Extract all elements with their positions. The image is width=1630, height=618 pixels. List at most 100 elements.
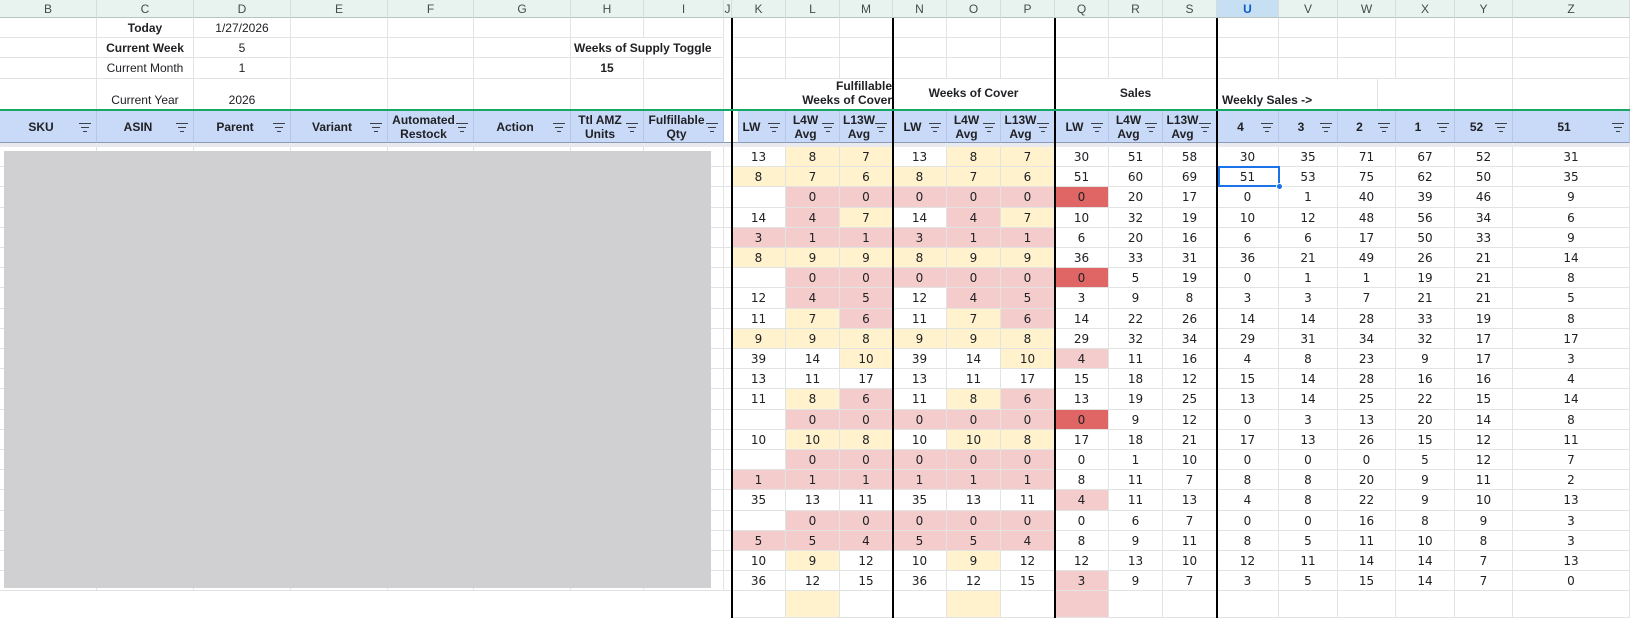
data-cell-m[interactable]: 0	[840, 511, 893, 531]
data-cell-x[interactable]: 9	[1396, 349, 1455, 369]
data-cell-o[interactable]: 13	[947, 490, 1001, 511]
column-header-k[interactable]: K	[732, 0, 786, 18]
empty-cell[interactable]	[893, 18, 947, 38]
data-cell-s[interactable]: 8	[1163, 288, 1217, 309]
data-cell-p[interactable]: 7	[1001, 208, 1055, 228]
data-cell-k[interactable]	[732, 450, 786, 470]
header-k[interactable]: LW	[732, 111, 786, 143]
data-cell-w[interactable]: 22	[1338, 490, 1396, 511]
data-cell-p[interactable]: 0	[1001, 268, 1055, 288]
data-cell-k[interactable]: 36	[732, 571, 786, 591]
data-cell-w[interactable]: 49	[1338, 248, 1396, 268]
column-header-o[interactable]: O	[947, 0, 1001, 18]
data-cell-y[interactable]: 9	[1455, 511, 1513, 531]
data-cell-p[interactable]: 1	[1001, 470, 1055, 490]
data-cell-z[interactable]: 14	[1513, 389, 1630, 410]
data-cell-p[interactable]: 12	[1001, 551, 1055, 571]
filter-icon[interactable]	[929, 122, 941, 132]
empty-cell[interactable]	[1001, 58, 1055, 79]
filter-icon[interactable]	[706, 122, 718, 132]
empty-cell[interactable]	[474, 38, 571, 58]
data-cell-l[interactable]: 1	[786, 228, 840, 248]
empty-cell[interactable]	[1338, 38, 1396, 58]
data-cell-q[interactable]: 15	[1055, 369, 1109, 389]
data-cell-x[interactable]: 9	[1396, 490, 1455, 511]
data-cell-u[interactable]: 14	[1217, 309, 1279, 329]
column-header-q[interactable]: Q	[1055, 0, 1109, 18]
header-g[interactable]: Action	[474, 111, 571, 143]
data-cell-k[interactable]: 13	[732, 147, 786, 167]
data-cell-x[interactable]: 32	[1396, 329, 1455, 349]
empty-cell[interactable]	[840, 38, 893, 58]
column-header-u[interactable]: U	[1217, 0, 1279, 18]
spreadsheet-grid[interactable]: B C D E F G H I J K L M N O P Q R S U V W X Y Z Today 1/27/2026 Cu…	[0, 0, 1630, 618]
empty-cell[interactable]	[1279, 38, 1338, 58]
data-cell-u[interactable]: 12	[1217, 551, 1279, 571]
empty-cell[interactable]	[1055, 18, 1109, 38]
filter-icon[interactable]	[1612, 122, 1624, 132]
data-cell-r[interactable]: 19	[1109, 389, 1163, 410]
data-cell-n[interactable]: 5	[893, 531, 947, 551]
data-cell-q[interactable]: 29	[1055, 329, 1109, 349]
data-cell-l[interactable]: 9	[786, 248, 840, 268]
fill-handle[interactable]	[1276, 183, 1283, 190]
data-cell-q[interactable]: 8	[1055, 531, 1109, 551]
data-cell-m[interactable]: 5	[840, 288, 893, 309]
data-cell-o[interactable]: 0	[947, 268, 1001, 288]
data-cell-p[interactable]	[1001, 591, 1055, 618]
empty-cell[interactable]	[947, 18, 1001, 38]
data-cell-w[interactable]: 28	[1338, 309, 1396, 329]
data-cell-y[interactable]	[1455, 591, 1513, 618]
header-v[interactable]: 3	[1279, 111, 1338, 143]
column-header-n[interactable]: N	[893, 0, 947, 18]
empty-cell[interactable]	[1338, 18, 1396, 38]
data-cell-x[interactable]: 20	[1396, 410, 1455, 430]
data-cell-x[interactable]: 50	[1396, 228, 1455, 248]
data-cell-l[interactable]: 0	[786, 511, 840, 531]
data-cell-w[interactable]: 26	[1338, 430, 1396, 450]
data-cell-o[interactable]: 8	[947, 147, 1001, 167]
data-cell-k[interactable]: 5	[732, 531, 786, 551]
empty-cell[interactable]	[1109, 18, 1163, 38]
empty-cell[interactable]	[388, 18, 474, 38]
data-cell-l[interactable]: 0	[786, 268, 840, 288]
data-cell-v[interactable]: 21	[1279, 248, 1338, 268]
data-cell-m[interactable]: 17	[840, 369, 893, 389]
data-cell-r[interactable]: 1	[1109, 450, 1163, 470]
data-cell-w[interactable]: 13	[1338, 410, 1396, 430]
header-n[interactable]: LW	[893, 111, 947, 143]
header-c[interactable]: ASIN	[97, 111, 194, 143]
data-cell-x[interactable]: 14	[1396, 551, 1455, 571]
data-cell-l[interactable]: 14	[786, 349, 840, 369]
data-cell-x[interactable]: 19	[1396, 268, 1455, 288]
empty-cell[interactable]	[0, 58, 97, 79]
data-cell-y[interactable]: 16	[1455, 369, 1513, 389]
data-cell-v[interactable]: 14	[1279, 309, 1338, 329]
data-cell-s[interactable]: 10	[1163, 551, 1217, 571]
data-cell-y[interactable]: 34	[1455, 208, 1513, 228]
data-cell-x[interactable]: 15	[1396, 430, 1455, 450]
data-cell-q[interactable]: 0	[1055, 511, 1109, 531]
data-cell-q[interactable]: 14	[1055, 309, 1109, 329]
data-cell-z[interactable]: 0	[1513, 571, 1630, 591]
data-cell-o[interactable]: 1	[947, 228, 1001, 248]
data-cell-k[interactable]: 11	[732, 389, 786, 410]
data-cell-z[interactable]: 11	[1513, 430, 1630, 450]
empty-cell[interactable]	[644, 18, 724, 38]
header-m[interactable]: L13W Avg	[840, 111, 893, 143]
data-cell-z[interactable]: 13	[1513, 551, 1630, 571]
empty-cell[interactable]	[1513, 38, 1630, 58]
data-cell-q[interactable]: 0	[1055, 268, 1109, 288]
filter-icon[interactable]	[1495, 122, 1507, 132]
header-i[interactable]: Fulfillable Qty	[644, 111, 724, 143]
header-y[interactable]: 52	[1455, 111, 1513, 143]
data-cell-w[interactable]: 7	[1338, 288, 1396, 309]
data-cell-w[interactable]: 48	[1338, 208, 1396, 228]
empty-cell[interactable]	[1279, 18, 1338, 38]
empty-cell[interactable]	[1279, 58, 1338, 79]
data-cell-m[interactable]: 11	[840, 490, 893, 511]
data-cell-r[interactable]: 32	[1109, 329, 1163, 349]
data-cell-v[interactable]: 1	[1279, 187, 1338, 208]
data-cell-s[interactable]: 7	[1163, 470, 1217, 490]
data-cell-l[interactable]: 0	[786, 450, 840, 470]
